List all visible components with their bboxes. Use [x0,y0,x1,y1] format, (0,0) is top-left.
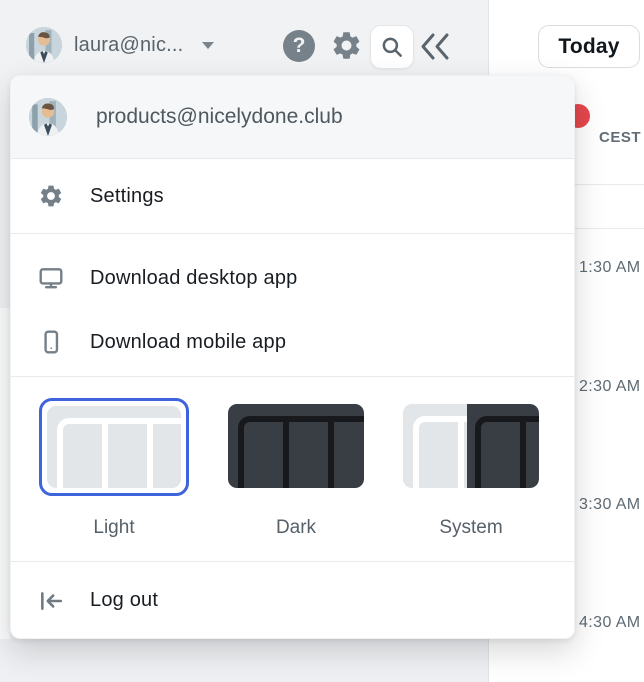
gear-icon [38,183,64,209]
collapse-sidebar-icon[interactable] [417,31,453,62]
timezone-label: CEST [599,129,641,146]
account-switcher-label[interactable]: laura@nic... [74,34,183,57]
menu-divider [11,376,574,377]
time-gutter-label: 4:30 AM [579,614,641,632]
menu-item-settings[interactable]: Settings [11,159,574,234]
search-button[interactable] [370,25,414,69]
theme-option-system[interactable] [403,404,539,488]
theme-label-system[interactable]: System [401,517,541,539]
app-window: laura@nic... ? Today CEST 1:30 AM 2:30 A… [0,0,644,682]
system-theme-thumbnail [403,404,539,488]
menu-item-download-desktop[interactable]: Download desktop app [11,246,574,310]
menu-item-logout[interactable]: Log out [11,561,574,639]
desktop-icon [38,265,64,291]
light-theme-thumbnail [47,406,181,488]
theme-label-dark[interactable]: Dark [226,517,366,539]
account-email: products@nicelydone.club [96,105,343,129]
avatar[interactable] [26,27,62,63]
menu-account-header[interactable]: products@nicelydone.club [11,76,574,159]
time-gutter-label: 1:30 AM [579,259,641,277]
settings-gear-icon[interactable] [330,29,363,62]
help-icon[interactable]: ? [283,30,315,62]
logout-icon [38,588,64,614]
search-icon [379,34,405,60]
theme-option-dark[interactable] [228,404,364,488]
account-dropdown-menu: products@nicelydone.club Settings Downlo… [10,75,575,639]
menu-item-label: Settings [90,185,164,208]
time-gutter-label: 2:30 AM [579,378,641,396]
menu-item-label: Download mobile app [90,331,286,354]
avatar [29,98,67,136]
system-theme-dark-half [467,404,539,488]
today-button[interactable]: Today [538,25,640,68]
theme-label-light[interactable]: Light [44,517,184,539]
time-gutter-label: 3:30 AM [579,496,641,514]
dark-theme-thumbnail [228,404,364,488]
menu-item-download-mobile[interactable]: Download mobile app [11,310,574,374]
menu-item-label: Log out [90,589,158,612]
theme-option-light[interactable] [39,398,189,496]
sidebar-section-background [0,308,10,639]
menu-item-label: Download desktop app [90,267,297,290]
chevron-down-icon[interactable] [202,42,214,49]
sidebar-item-all-tasks[interactable]: ✓ All Tasks [0,639,488,682]
mobile-icon [38,329,64,355]
